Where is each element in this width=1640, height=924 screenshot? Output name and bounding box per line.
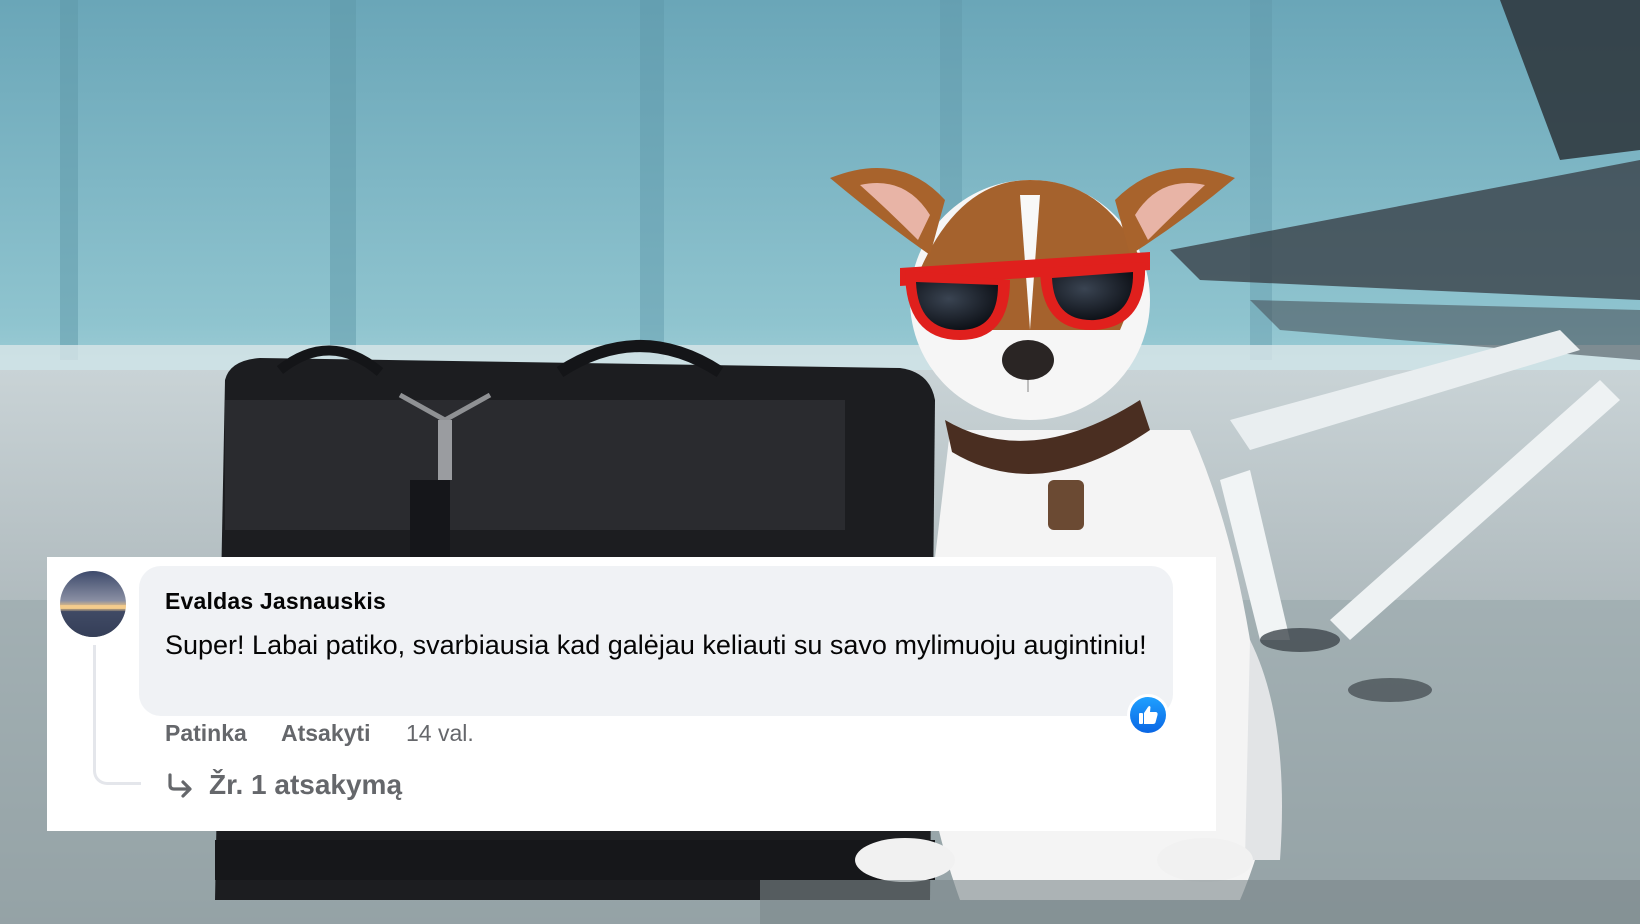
view-replies-label: Žr. 1 atsakymą: [209, 769, 403, 800]
thumbs-up-icon: [1130, 697, 1166, 733]
comment-bubble: Evaldas Jasnauskis Super! Labai patiko, …: [139, 566, 1173, 716]
avatar[interactable]: [60, 571, 126, 637]
comment-text: Super! Labai patiko, svarbiausia kad gal…: [165, 630, 1147, 660]
reaction-badge[interactable]: [1127, 694, 1169, 736]
reply-arrow-icon: [165, 771, 195, 808]
comment-timestamp[interactable]: 14 val.: [406, 720, 474, 747]
like-link[interactable]: Patinka: [165, 720, 247, 747]
comment-author[interactable]: Evaldas Jasnauskis: [165, 588, 386, 615]
reply-link[interactable]: Atsakyti: [281, 720, 370, 747]
comment-card: Evaldas Jasnauskis Super! Labai patiko, …: [47, 557, 1216, 831]
thread-connector: [93, 645, 141, 785]
